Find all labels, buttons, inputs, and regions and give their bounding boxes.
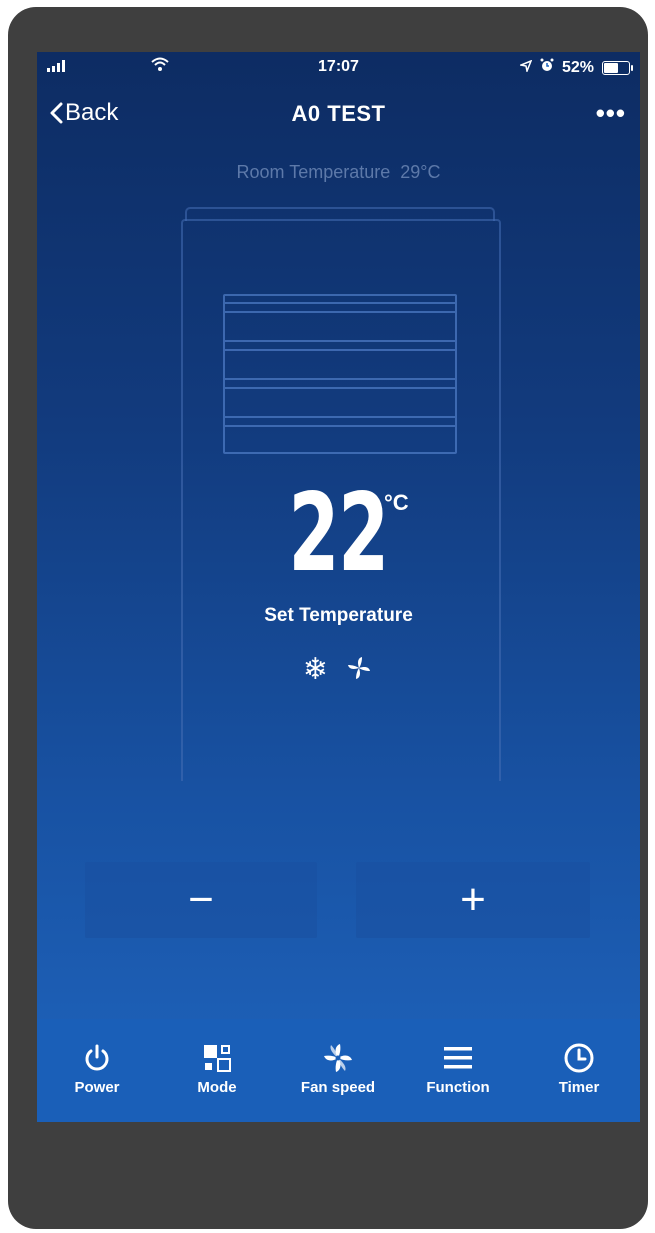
clock-icon	[524, 1039, 634, 1077]
phone-frame: 17:07 52% Back A0 TEST ••• Room Temperat…	[8, 7, 648, 1229]
function-label: Function	[426, 1079, 490, 1096]
fan-icon	[344, 653, 374, 686]
fan-speed-label: Fan speed	[300, 1079, 376, 1096]
function-button[interactable]: Function	[403, 1039, 513, 1096]
bottom-toolbar: Power Mode Fan speed Function Timer	[37, 1019, 640, 1122]
location-icon	[518, 59, 533, 77]
timer-label: Timer	[558, 1079, 600, 1096]
mode-button[interactable]: Mode	[162, 1039, 272, 1096]
power-button[interactable]: Power	[42, 1039, 152, 1096]
mode-indicators: ❄	[37, 652, 640, 687]
battery-icon	[602, 60, 633, 75]
battery-percent: 52%	[561, 58, 594, 76]
room-temperature-label: Room Temperature	[236, 162, 391, 182]
phone-bottom-bezel	[37, 1122, 640, 1222]
app-screen: 17:07 52% Back A0 TEST ••• Room Temperat…	[37, 52, 640, 1122]
status-right: 52%	[518, 58, 633, 77]
increase-temperature-button[interactable]: +	[356, 862, 590, 938]
set-temperature-label: Set Temperature	[264, 605, 413, 626]
fan-speed-icon	[283, 1039, 393, 1077]
timer-button[interactable]: Timer	[524, 1039, 634, 1096]
status-bar: 17:07 52%	[37, 52, 640, 86]
room-temperature: Room Temperature 29°C	[37, 162, 640, 183]
mode-label: Mode	[197, 1079, 237, 1096]
decrease-temperature-button[interactable]: −	[85, 862, 317, 938]
set-temperature-value: 22	[288, 471, 390, 596]
power-label: Power	[74, 1079, 120, 1096]
fan-speed-button[interactable]: Fan speed	[283, 1039, 393, 1096]
snowflake-icon: ❄	[302, 653, 328, 686]
alarm-icon	[540, 58, 554, 77]
nav-bar: Back A0 TEST •••	[37, 92, 640, 136]
menu-icon	[403, 1039, 513, 1077]
set-temperature-display: 22 °C	[37, 480, 640, 588]
set-temperature-unit: °C	[384, 490, 409, 515]
power-icon	[42, 1039, 152, 1077]
page-title: A0 TEST	[291, 101, 386, 126]
room-temperature-value: 29°C	[400, 162, 441, 182]
ac-vent-graphic	[223, 294, 457, 454]
more-button[interactable]: •••	[596, 98, 626, 129]
mode-icon	[162, 1039, 272, 1077]
